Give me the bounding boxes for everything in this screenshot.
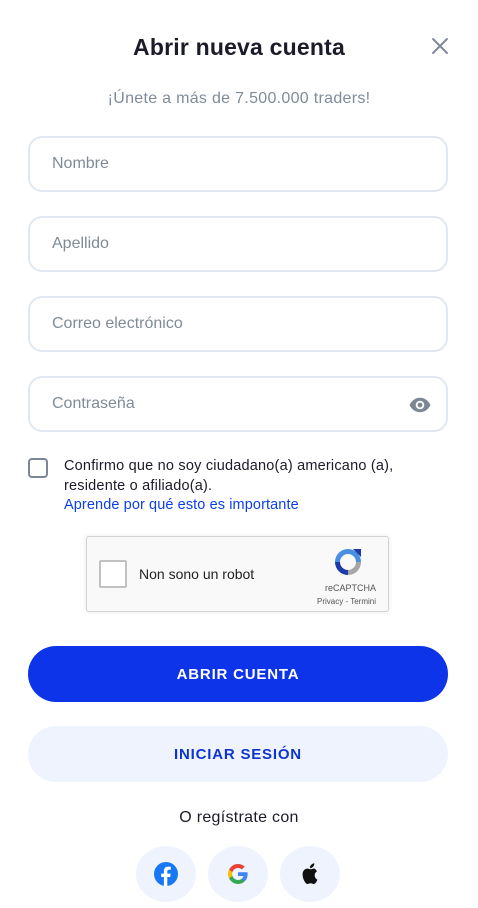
recaptcha-terms-link[interactable]: Termini (350, 597, 376, 606)
first-name-field[interactable] (28, 136, 448, 192)
first-name-input[interactable] (52, 155, 392, 173)
social-signup-label: O regístrate con (179, 809, 299, 826)
recaptcha-privacy-link[interactable]: Privacy (317, 597, 343, 606)
google-button[interactable] (208, 846, 268, 902)
recaptcha-logo-icon (331, 545, 365, 579)
password-field[interactable] (28, 376, 448, 432)
recaptcha-brand: reCAPTCHA (324, 583, 376, 593)
open-account-button[interactable]: ABRIR CUENTA (28, 646, 448, 702)
signup-dialog: Abrir nueva cuenta ¡Únete a más de 7.500… (0, 0, 478, 908)
facebook-icon (154, 862, 178, 886)
facebook-button[interactable] (136, 846, 196, 902)
password-input[interactable] (52, 395, 392, 413)
eye-icon[interactable] (408, 393, 432, 417)
subtitle: ¡Únete a más de 7.500.000 traders! (107, 90, 371, 107)
recaptcha-label: Non sono un robot (139, 566, 255, 582)
recaptcha-links: Privacy - Termini (317, 597, 376, 606)
us-person-checkbox[interactable] (28, 458, 48, 478)
apple-button[interactable] (280, 846, 340, 902)
apple-icon (302, 863, 318, 884)
learn-more-link[interactable]: Aprende por qué esto es importante (64, 497, 299, 513)
page-title: Abrir nueva cuenta (133, 34, 345, 60)
google-icon (228, 864, 248, 884)
consent-text: Confirmo que no soy ciudadano(a) america… (64, 458, 394, 494)
close-icon[interactable] (428, 34, 452, 58)
recaptcha-widget: Non sono un robot reCAPTCHA Privacy - Te… (86, 536, 389, 612)
sign-in-button[interactable]: INICIAR SESIÓN (28, 726, 448, 782)
last-name-input[interactable] (52, 235, 392, 253)
recaptcha-checkbox[interactable] (99, 560, 127, 588)
email-input[interactable] (52, 315, 392, 333)
last-name-field[interactable] (28, 216, 448, 272)
email-field[interactable] (28, 296, 448, 352)
